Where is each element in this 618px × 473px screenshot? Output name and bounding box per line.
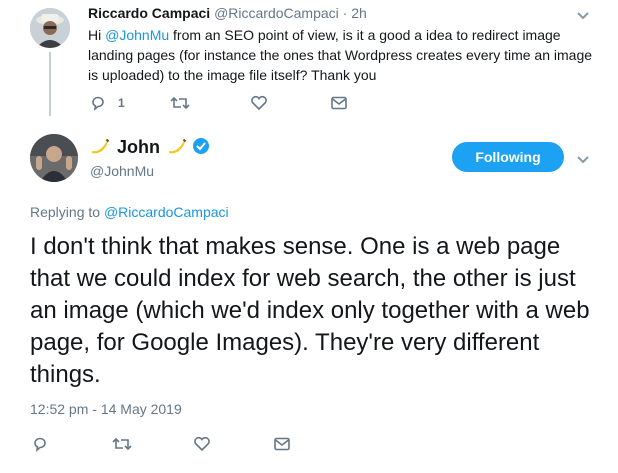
parent-avatar[interactable]	[30, 8, 70, 48]
replying-to-link[interactable]: @RiccardoCampaci	[104, 204, 229, 220]
parent-like-button[interactable]	[250, 95, 268, 111]
main-handle[interactable]: @JohnMu	[90, 163, 154, 179]
dm-icon	[274, 437, 290, 451]
main-chevron-down-icon[interactable]	[576, 152, 590, 170]
person-photo	[30, 8, 70, 48]
replying-to: Replying to @RiccardoCampaci	[30, 204, 229, 220]
reply-icon	[92, 96, 104, 111]
main-dm-button[interactable]	[274, 437, 290, 451]
main-like-button[interactable]	[193, 436, 211, 452]
retweet-icon	[170, 96, 190, 110]
banana-icon	[167, 137, 187, 160]
main-tweet-text: I don't think that makes sense. One is a…	[30, 233, 590, 388]
main-retweet-button[interactable]	[112, 436, 132, 452]
reply-count: 1	[118, 96, 125, 110]
reply-icon	[34, 437, 46, 452]
following-button[interactable]: Following	[452, 142, 564, 172]
main-display-name[interactable]: John	[117, 137, 160, 157]
dm-icon	[331, 96, 347, 110]
like-icon	[194, 436, 210, 452]
parent-handle[interactable]: @RiccardoCampaci	[214, 5, 339, 21]
parent-tweet-text: Hi @JohnMu from an SEO point of view, is…	[88, 27, 593, 83]
banana-icon	[90, 137, 110, 160]
thread-line	[49, 52, 51, 116]
person-photo	[30, 134, 78, 182]
parent-reply-button[interactable]: 1	[90, 95, 125, 111]
main-name-row[interactable]: John	[90, 137, 210, 160]
like-icon	[251, 95, 267, 111]
separator: ·	[342, 5, 348, 21]
parent-chevron-down-icon[interactable]	[576, 8, 590, 26]
timestamp[interactable]: 12:52 pm - 14 May 2019	[30, 401, 182, 417]
parent-retweet-button[interactable]	[170, 95, 190, 111]
parent-time[interactable]: 2h	[351, 5, 367, 21]
verified-badge-icon	[192, 137, 210, 160]
parent-dm-button[interactable]	[331, 96, 347, 110]
retweet-icon	[112, 437, 132, 451]
parent-display-name[interactable]: Riccardo Campaci	[88, 5, 210, 21]
main-reply-button[interactable]	[32, 436, 48, 452]
mention-link[interactable]: @JohnMu	[105, 27, 169, 43]
parent-header: Riccardo Campaci @RiccardoCampaci · 2h	[88, 5, 367, 21]
main-avatar[interactable]	[30, 134, 78, 182]
